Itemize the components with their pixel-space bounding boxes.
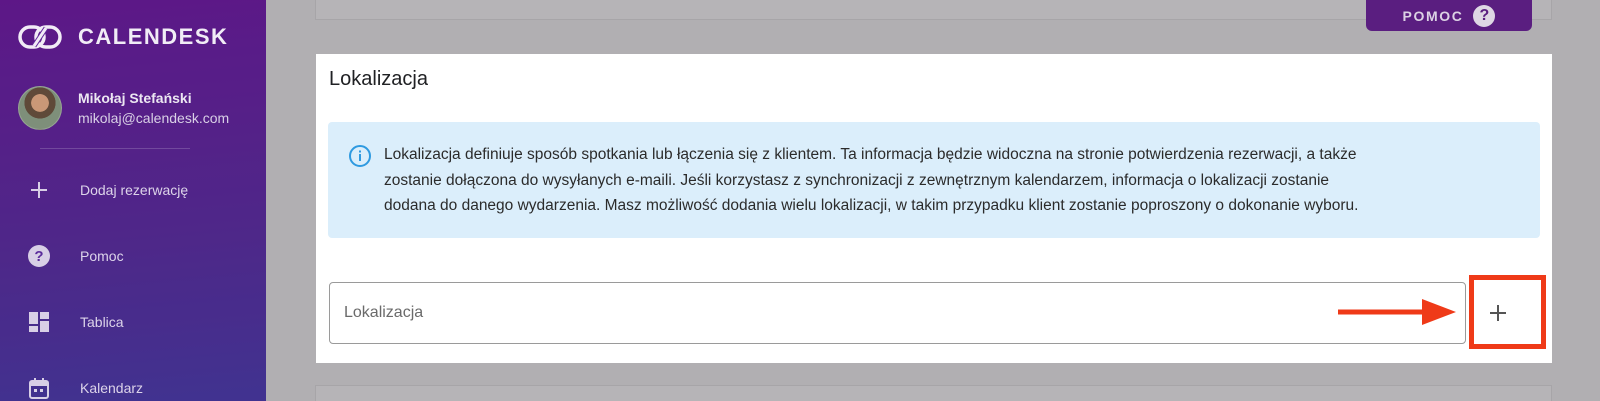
background-card-bottom bbox=[315, 385, 1552, 401]
calendesk-logo-icon bbox=[18, 25, 62, 49]
brand-name: CALENDESK bbox=[78, 24, 229, 49]
user-profile[interactable]: Mikołaj Stefański mikolaj@calendesk.com bbox=[18, 86, 229, 130]
plus-icon bbox=[27, 178, 51, 202]
add-location-button[interactable] bbox=[1472, 287, 1524, 339]
info-alert: Lokalizacja definiuje sposób spotkania l… bbox=[328, 122, 1540, 238]
brand[interactable]: CALENDESK bbox=[18, 24, 228, 50]
info-line: dodana do danego wydarzenia. Masz możliw… bbox=[384, 197, 1359, 214]
help-circle-icon: ? bbox=[1473, 4, 1496, 27]
user-email: mikolaj@calendesk.com bbox=[78, 110, 230, 126]
help-button-label: POMOC bbox=[1402, 7, 1464, 24]
sidebar-item-label: Pomoc bbox=[80, 248, 124, 264]
sidebar-item-label: Dodaj rezerwację bbox=[80, 182, 189, 198]
help-button[interactable]: POMOC ? bbox=[1366, 0, 1532, 31]
sidebar-item-help[interactable]: ? Pomoc bbox=[0, 236, 266, 276]
sidebar-item-label: Kalendarz bbox=[80, 380, 144, 396]
info-line: Lokalizacja definiuje sposób spotkania l… bbox=[384, 146, 1357, 163]
plus-icon bbox=[1490, 305, 1506, 321]
sidebar-item-dashboard[interactable]: Tablica bbox=[0, 302, 266, 342]
card-title: Lokalizacja bbox=[329, 68, 428, 90]
sidebar-divider bbox=[40, 148, 190, 149]
dashboard-icon bbox=[27, 310, 51, 334]
user-name: Mikołaj Stefański bbox=[78, 90, 192, 106]
calendar-icon bbox=[27, 376, 51, 400]
sidebar-item-label: Tablica bbox=[80, 314, 124, 330]
sidebar-item-calendar[interactable]: Kalendarz bbox=[0, 368, 266, 401]
svg-text:?: ? bbox=[34, 248, 43, 265]
info-line: zostanie dołączona do wysyłanych e-maili… bbox=[384, 171, 1330, 189]
info-icon bbox=[349, 145, 371, 167]
sidebar-item-add-booking[interactable]: Dodaj rezerwację bbox=[0, 170, 266, 210]
info-text: Lokalizacja definiuje sposób spotkania l… bbox=[384, 142, 1504, 219]
sidebar: CALENDESK Mikołaj Stefański mikolaj@cale… bbox=[0, 0, 266, 401]
location-card: Lokalizacja Lokalizacja definiuje sposób… bbox=[316, 54, 1552, 363]
help-circle-icon: ? bbox=[27, 244, 51, 268]
avatar bbox=[18, 86, 62, 130]
location-input[interactable] bbox=[329, 282, 1466, 344]
